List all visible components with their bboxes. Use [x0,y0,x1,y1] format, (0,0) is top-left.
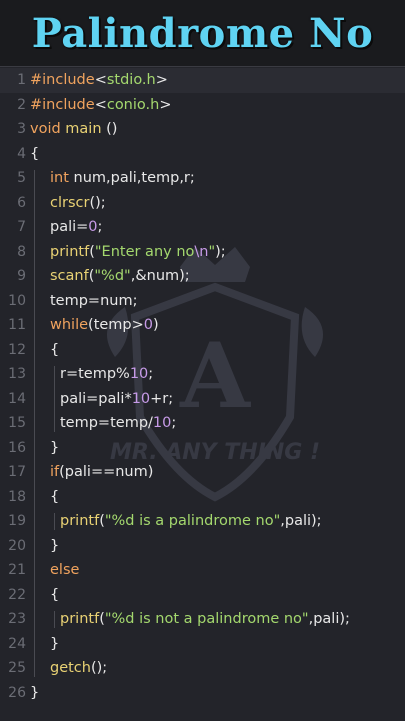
line-number: 10 [8,292,26,309]
code-editor[interactable]: A MR. ANY THING ! 1 #include<stdio.h> 2 #in… [0,66,405,721]
code-line[interactable]: 4{ [0,142,405,167]
code-line[interactable]: 14 pali=pali*10+r; [0,387,405,412]
line-number: 17 [8,464,26,481]
code-text: #include<conio.h> [30,96,172,113]
code-line[interactable]: 16} [0,436,405,461]
code-line[interactable]: 15 temp=temp/10; [0,411,405,436]
line-number: 6 [17,194,26,211]
code-text: void main () [30,121,118,138]
line-number: 9 [17,268,26,285]
code-line[interactable]: 5 int num,pali,temp,r; [0,166,405,191]
line-number: 7 [17,219,26,236]
code-line[interactable]: 3 void main () [0,117,405,142]
line-number: 15 [8,415,26,432]
code-text: getch(); [50,660,108,677]
code-line[interactable]: 26} [0,681,405,706]
line-number: 2 [17,96,26,113]
code-line[interactable]: 18{ [0,485,405,510]
code-line[interactable]: 20} [0,534,405,559]
code-text: if(pali==num) [50,464,154,481]
code-line[interactable]: 6 clrscr(); [0,191,405,216]
code-line[interactable]: 10 temp=num; [0,289,405,314]
code-text: pali=pali*10+r; [60,390,174,407]
code-text: temp=temp/10; [60,415,177,432]
line-number: 20 [8,537,26,554]
code-line[interactable]: 19 printf("%d is a palindrome no",pali); [0,509,405,534]
code-line[interactable]: 1 #include<stdio.h> [0,68,405,93]
line-number: 8 [17,243,26,260]
line-number: 23 [8,611,26,628]
code-line[interactable]: 13 r=temp%10; [0,362,405,387]
code-text: temp=num; [50,292,138,309]
code-line[interactable]: 12{ [0,338,405,363]
code-text: { [30,145,40,162]
line-number: 13 [8,366,26,383]
indent-guide [54,611,55,628]
line-number: 1 [17,72,26,89]
indent-guide [34,170,35,677]
line-number: 5 [17,170,26,187]
code-text: while(temp>0) [50,317,159,334]
code-line[interactable]: 8 printf("Enter any no\n"); [0,240,405,265]
code-text: #include<stdio.h> [30,72,168,89]
line-number: 16 [8,439,26,456]
code-line[interactable]: 21 else [0,558,405,583]
code-line[interactable]: 2 #include<conio.h> [0,93,405,118]
code-text: printf("%d is a palindrome no",pali); [60,513,322,530]
code-line[interactable]: 9 scanf("%d",&num); [0,264,405,289]
code-line[interactable]: 11 while(temp>0) [0,313,405,338]
code-text: else [50,562,80,579]
code-text: scanf("%d",&num); [50,268,190,285]
code-line[interactable]: 7 pali=0; [0,215,405,240]
code-text: printf("%d is not a palindrome no",pali)… [60,611,350,628]
line-number: 3 [17,121,26,138]
code-text: clrscr(); [50,194,106,211]
line-number: 14 [8,390,26,407]
code-line[interactable]: 17 if(pali==num) [0,460,405,485]
indent-guide [54,513,55,530]
code-text: printf("Enter any no\n"); [50,243,226,260]
code-line[interactable]: 25 getch(); [0,656,405,681]
code-line[interactable]: 24} [0,632,405,657]
line-number: 18 [8,488,26,505]
code-text: pali=0; [50,219,103,236]
page-title: Palindrome No [31,9,374,57]
code-line[interactable]: 22{ [0,583,405,608]
code-line[interactable]: 23 printf("%d is not a palindrome no",pal… [0,607,405,632]
indent-guide [54,366,55,432]
code-text: int num,pali,temp,r; [50,170,195,187]
line-number: 24 [8,635,26,652]
title-banner: Palindrome No [0,0,405,66]
line-number: 22 [8,586,26,603]
line-number: 12 [8,341,26,358]
line-number: 19 [8,513,26,530]
code-text: } [30,684,40,701]
code-text: r=temp%10; [60,366,154,383]
line-number: 11 [8,317,26,334]
line-number: 21 [8,562,26,579]
line-number: 25 [8,660,26,677]
line-number: 26 [8,684,26,701]
line-number: 4 [17,145,26,162]
